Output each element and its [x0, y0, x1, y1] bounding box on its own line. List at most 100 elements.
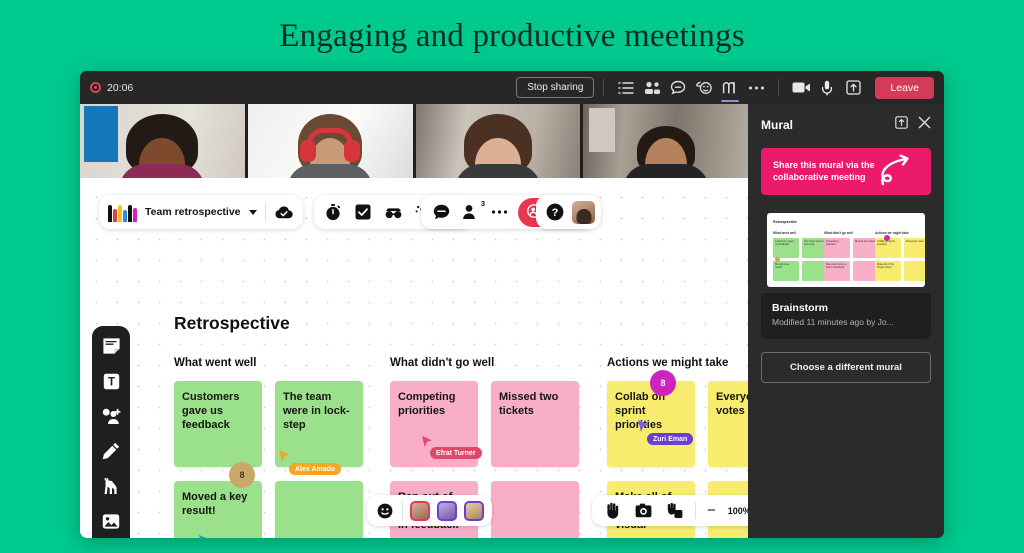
popout-icon[interactable]	[895, 116, 908, 134]
zoom-bar: − 100% +	[592, 495, 748, 526]
collaborator-avatar-3[interactable]	[464, 500, 484, 521]
mural-thumbnail: Retrospective What went well What didn't…	[761, 207, 931, 293]
thumb-title: Retrospective	[773, 220, 797, 224]
presence-pin[interactable]: 8	[229, 462, 255, 488]
llama-tool[interactable]	[101, 476, 121, 496]
close-icon[interactable]	[918, 116, 931, 134]
column-heading-2: What didn't go well	[390, 357, 495, 369]
thumb-note: Competing priorities	[824, 238, 850, 258]
participant-tile-3[interactable]	[415, 104, 581, 178]
timer-icon[interactable]	[323, 202, 343, 222]
chevron-down-icon[interactable]	[248, 209, 257, 215]
divider	[402, 502, 403, 519]
mural-canvas[interactable]: Team retrospective 3 ? T Retrospective W…	[80, 178, 748, 538]
zoom-out-button[interactable]: −	[707, 503, 716, 518]
divider	[695, 502, 696, 519]
pen-tool[interactable]	[101, 441, 121, 461]
sticker-icon[interactable]	[664, 501, 684, 521]
video-strip	[80, 104, 748, 178]
help-icon[interactable]: ?	[545, 202, 565, 222]
reactions-icon[interactable]	[691, 76, 717, 100]
microphone-icon[interactable]	[814, 76, 840, 100]
private-mode-icon[interactable]	[383, 202, 403, 222]
leave-button[interactable]: Leave	[875, 76, 934, 99]
presence-pin[interactable]: 8	[650, 370, 676, 396]
thumb-heading-1: What went well	[773, 231, 796, 235]
thumb-note: Ran out of time to fold in feedback	[824, 261, 850, 281]
thumb-pin-2	[884, 235, 890, 241]
divider	[264, 203, 266, 221]
collaborator-avatar-1[interactable]	[410, 500, 430, 521]
mural-card[interactable]: Retrospective What went well What didn't…	[761, 207, 931, 339]
sticky-note[interactable]: Missed two tickets	[491, 381, 579, 467]
mural-card-meta: Modified 11 minutes ago by Jo...	[772, 317, 894, 327]
checkbox-vote-icon[interactable]	[353, 202, 373, 222]
collaborators-bar	[367, 495, 492, 526]
mural-sidebar: Mural Share this mural via the collabora…	[748, 104, 944, 538]
sidebar-title: Mural	[761, 118, 794, 132]
participant-tile-1[interactable]	[80, 104, 245, 178]
column-heading-1: What went well	[174, 357, 257, 369]
svg-text:?: ?	[552, 207, 559, 219]
board-name: Team retrospective	[145, 206, 241, 218]
emoji-icon[interactable]	[375, 501, 395, 521]
snapshot-icon[interactable]	[633, 501, 653, 521]
sticky-note[interactable]	[491, 481, 579, 538]
choose-different-mural-button[interactable]: Choose a different mural	[761, 352, 931, 383]
svg-text:T: T	[107, 376, 114, 388]
record-icon	[90, 82, 101, 93]
curved-arrow-icon	[881, 154, 909, 186]
thumb-note: Make all of the things visual	[875, 261, 901, 281]
tool-rail: T	[92, 326, 130, 538]
sticky-note-tool[interactable]	[101, 336, 121, 356]
column-heading-3: Actions we might take	[607, 357, 729, 369]
sidebar-header: Mural	[761, 116, 931, 134]
zoom-level: 100%	[727, 505, 748, 516]
share-banner[interactable]: Share this mural via the collaborative m…	[761, 148, 931, 195]
thumb-note: Everyone votes	[904, 238, 925, 258]
sticky-note[interactable]: Customers gave us feedback	[174, 381, 262, 467]
sticky-note[interactable]: The team were in lock-step	[275, 381, 363, 467]
mural-logo-icon	[108, 203, 137, 222]
sticky-note[interactable]: Everyone votes	[708, 381, 748, 467]
sticky-note[interactable]: Collab on sprint priorities	[607, 381, 695, 467]
thumb-heading-2: What didn't go well	[824, 231, 853, 235]
chat-bubble-icon[interactable]	[431, 202, 451, 222]
participants-icon[interactable]	[639, 76, 665, 100]
more-options-icon[interactable]	[743, 76, 769, 100]
sticky-note[interactable]: Moved a key result!	[174, 481, 262, 538]
recording-time: 20:06	[107, 81, 134, 94]
participant-tile-2[interactable]	[247, 104, 413, 178]
mural-card-name: Brainstorm	[772, 302, 829, 314]
sticky-note[interactable]	[275, 481, 363, 538]
cloud-check-icon	[274, 202, 294, 222]
list-icon[interactable]	[613, 76, 639, 100]
more-dots-icon[interactable]	[489, 202, 509, 222]
shapes-tool[interactable]	[101, 406, 121, 426]
board-toolbar: Team retrospective	[99, 195, 303, 229]
thumb-note: Moved a key result!	[773, 261, 799, 281]
image-tool[interactable]	[101, 511, 121, 531]
stop-sharing-button[interactable]: Stop sharing	[516, 77, 595, 98]
sticky-note[interactable]: Competing priorities	[390, 381, 478, 467]
chat-icon[interactable]	[665, 76, 691, 100]
collaborator-avatar-2[interactable]	[437, 500, 457, 521]
mural-app-icon[interactable]	[717, 76, 743, 102]
meeting-toolbar: 20:06 Stop sharing Leave	[80, 71, 944, 104]
people-icon[interactable]: 3	[460, 199, 485, 222]
text-tool[interactable]: T	[101, 371, 121, 391]
people-count: 3	[480, 199, 485, 208]
canvas-title: Retrospective	[174, 313, 290, 333]
meeting-window: 20:06 Stop sharing Leave Team retrospect…	[80, 71, 944, 538]
thumb-note: Collab on sprint priorities	[875, 238, 901, 258]
camera-icon[interactable]	[788, 76, 814, 100]
hand-tool-icon[interactable]	[602, 501, 622, 521]
thumb-heading-3: Actions we might take	[875, 231, 909, 235]
share-screen-icon[interactable]	[840, 76, 866, 100]
thumb-note	[904, 261, 925, 281]
toolbar-divider-2	[778, 79, 780, 96]
banner-text: Share this mural via the collaborative m…	[773, 160, 875, 183]
help-group: ?	[536, 195, 601, 229]
participant-tile-4[interactable]	[583, 104, 748, 178]
user-avatar[interactable]	[572, 200, 595, 224]
